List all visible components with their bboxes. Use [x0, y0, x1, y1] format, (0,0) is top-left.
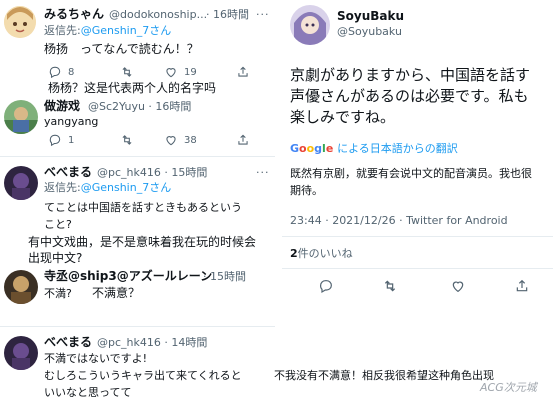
tweet-text-line-1: 不満ではないですよ!	[44, 352, 148, 365]
tweet-text: 不満?	[44, 287, 72, 300]
divider	[0, 156, 275, 157]
avatar-image	[4, 270, 38, 304]
tweet-text-line-1: てことは中国語を話すときもあるという	[44, 201, 242, 214]
tweet-meta[interactable]: 23:44 · 2021/12/26 · Twitter for Android	[290, 215, 508, 226]
divider	[282, 268, 553, 269]
translation-label[interactable]: による日本語からの翻訳	[337, 142, 458, 155]
user-name[interactable]: 寺丞@ship3@アズールレーン	[44, 270, 212, 282]
tweet-text: 杨扬 ってなんで読むん！？	[44, 42, 199, 56]
user-name[interactable]: SoyuBaku	[337, 10, 404, 22]
like-icon	[452, 281, 464, 293]
avatar-image	[4, 336, 38, 370]
translation-caption: 杨杨？这是代表两个人的名字吗	[48, 81, 217, 95]
translation-line-1: 既然有京剧，就要有会说中文的配音演员。我也很	[290, 167, 532, 180]
avatar[interactable]	[4, 100, 38, 134]
avatar[interactable]	[4, 270, 38, 304]
reply-count: 8	[68, 66, 75, 78]
like-count: 19	[184, 66, 197, 78]
avatar[interactable]	[290, 5, 330, 45]
translation-caption: 不满意？	[92, 286, 141, 300]
tweet-text-line-1: 京劇がありますから、中国語を話す	[290, 66, 531, 84]
avatar[interactable]	[4, 166, 38, 200]
translation-attribution[interactable]: Google による日本語からの翻訳	[290, 143, 458, 154]
share-icon	[238, 66, 248, 77]
retweet-icon	[122, 67, 132, 77]
retweet-icon	[384, 280, 396, 292]
user-name[interactable]: べべまる	[44, 336, 92, 348]
like-button[interactable]	[450, 278, 466, 294]
share-icon	[516, 279, 528, 292]
tweet-text: yangyang	[44, 115, 99, 128]
share-button[interactable]	[514, 278, 530, 294]
user-handle[interactable]: @Soyubaku	[337, 26, 402, 37]
like-count: 38	[184, 134, 197, 146]
tweet-text-line-2: むしろこういうキャラ出て来てくれると	[44, 369, 242, 382]
user-handle[interactable]: @dodokonoship...	[109, 9, 207, 20]
likes-label: 件のいいね	[297, 247, 353, 260]
avatar-image	[4, 6, 36, 38]
like-icon	[166, 136, 176, 146]
retweet-button[interactable]	[120, 65, 134, 79]
reply-to: 返信先:@Genshin_7さん	[44, 182, 171, 193]
reply-button[interactable]: 8	[48, 65, 74, 79]
retweet-button[interactable]	[120, 133, 134, 147]
share-button[interactable]	[236, 133, 250, 147]
more-icon[interactable]: ···	[256, 166, 270, 179]
user-name[interactable]: 做游戏	[44, 100, 80, 112]
retweet-icon	[122, 135, 132, 145]
likes-count: 2	[290, 247, 298, 260]
tweet-time[interactable]: · 16時間	[206, 9, 249, 20]
avatar-image	[290, 5, 330, 45]
translation-caption: 不我没有不满意！相反我很希望这种角色出现	[274, 369, 494, 382]
more-icon[interactable]: ···	[256, 8, 270, 21]
reply-to-prefix: 返信先:	[44, 181, 81, 194]
reply-count: 1	[68, 134, 75, 146]
tweet-time[interactable]: · 15時間	[203, 271, 246, 282]
avatar-image	[4, 166, 38, 200]
likes-summary[interactable]: 2件のいいね	[290, 248, 353, 259]
translation-line-2: 期待。	[290, 184, 323, 197]
reply-icon	[320, 280, 332, 294]
user-name[interactable]: みるちゃん	[44, 8, 104, 20]
translation-caption-line-2: 出现中文?	[28, 251, 83, 265]
translation-caption-line-1: 有中文戏曲，是不是意味着我在玩的时候会	[28, 235, 257, 249]
avatar[interactable]	[4, 336, 38, 370]
reply-icon	[49, 66, 61, 79]
share-button[interactable]	[236, 65, 250, 79]
google-logo: Google	[290, 142, 334, 155]
tweet-text-line-2: こと?	[44, 218, 72, 231]
reply-to-user[interactable]: @Genshin_7さん	[81, 181, 172, 194]
user-name[interactable]: べべまる	[44, 166, 92, 178]
tweet-text-line-2: 声優さんがあるのは必要です。私も	[290, 87, 529, 105]
reply-icon	[49, 134, 61, 147]
share-icon	[238, 134, 248, 145]
retweet-button[interactable]	[382, 278, 398, 294]
user-handle[interactable]: @pc_hk416 · 14時間	[97, 337, 207, 348]
avatar-image	[4, 100, 38, 134]
user-handle[interactable]: @pc_hk416 · 15時間	[97, 167, 207, 178]
reply-to-prefix: 返信先:	[44, 24, 81, 37]
like-icon	[166, 68, 176, 78]
avatar[interactable]	[4, 6, 36, 38]
divider	[0, 326, 275, 327]
user-handle[interactable]: @Sc2Yuyu · 16時間	[88, 101, 191, 112]
tweet-text-line-3: いいなと思ってて	[44, 386, 132, 399]
reply-to: 返信先:@Genshin_7さん	[44, 25, 171, 36]
like-button[interactable]: 19	[164, 65, 197, 79]
tweet-text-line-3: 楽しみですね。	[290, 108, 396, 126]
divider	[282, 236, 553, 237]
reply-button[interactable]	[318, 278, 334, 294]
reply-button[interactable]: 1	[48, 133, 74, 147]
reply-to-user[interactable]: @Genshin_7さん	[81, 24, 172, 37]
watermark: ACG次元城	[480, 381, 537, 394]
like-button[interactable]: 38	[164, 133, 197, 147]
